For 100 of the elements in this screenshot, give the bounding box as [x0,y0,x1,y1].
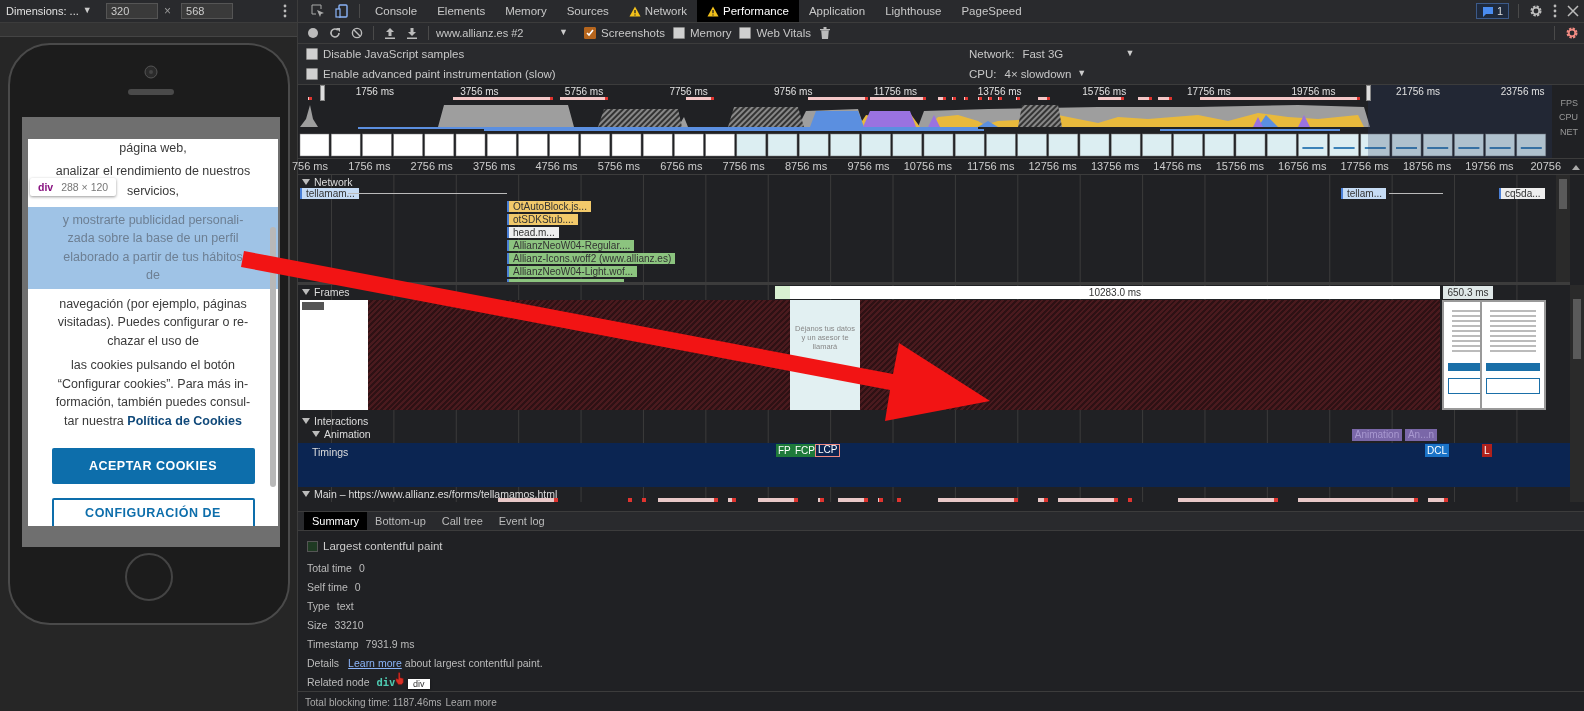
checkbox[interactable] [306,48,318,60]
expand-triangle-icon[interactable] [302,416,310,425]
checkbox-label: Disable JavaScript samples [323,48,465,60]
height-field[interactable]: 568 [181,3,233,19]
element-tag: div [38,181,54,193]
request-bar[interactable]: Allianz-Icons.woff2 (www.allianz.es) [507,253,676,264]
details-tab[interactable]: Bottom-up [367,512,434,530]
scrollbar[interactable] [1556,175,1570,282]
expand-triangle-icon[interactable] [302,177,310,186]
request-bar[interactable]: head.m... [507,227,559,238]
learn-more-link[interactable]: Learn more [348,656,402,669]
timing-marker[interactable]: FP [776,444,793,457]
summary-label: Type [307,599,330,612]
download-icon[interactable] [406,27,418,39]
node-link[interactable]: div [376,675,396,688]
request-bar[interactable]: tellamam... [300,188,359,199]
cookie-text: analizar el rendimiento de nuestros [54,162,252,180]
time-tick-label: 15756 ms [1215,160,1265,172]
checkbox[interactable] [584,27,596,39]
timing-marker[interactable]: FCP [793,444,817,457]
fps-bar [560,97,608,100]
throttle-label: CPU: [969,68,997,80]
summary-label: Related node [307,675,370,688]
close-icon[interactable] [1567,5,1579,17]
expand-triangle-icon[interactable] [302,489,310,498]
learn-more-link[interactable]: Learn more [445,696,497,708]
panel-tab[interactable]: Elements [427,0,496,22]
request-bar[interactable]: tellam... [1341,188,1386,199]
panel-tab[interactable]: Memory [495,0,557,22]
timing-marker[interactable]: LCP [815,444,841,457]
expand-triangle-icon[interactable] [312,429,320,438]
throttle-dropdown[interactable]: Fast 3G ▼ [1022,48,1135,60]
request-bar[interactable]: cq5da... [1499,188,1545,199]
summary-label: Size [307,618,328,631]
more-options-icon[interactable] [283,4,287,18]
settings-button[interactable]: CONFIGURACIÓN DE [51,498,255,526]
summary-label: Total time [307,561,352,574]
panel-tab[interactable]: Application [798,0,876,22]
record-icon[interactable] [307,27,319,39]
range-handle[interactable] [320,85,325,101]
throttle-dropdown[interactable]: 4× slowdown ▼ [1004,68,1087,80]
expand-triangle-icon[interactable] [302,287,310,296]
request-bar[interactable]: AllianzNeoW04-Regular.... [507,240,635,251]
settings-icon[interactable] [1565,26,1579,40]
checkbox[interactable] [672,27,685,39]
panel-tab[interactable]: Performance [697,0,799,22]
settings-icon[interactable] [1529,4,1543,18]
accept-button[interactable]: ACEPTAR COOKIES [51,448,255,484]
panel-tab[interactable]: Network [618,0,698,22]
time-tick-label: 6756 ms [660,160,704,172]
device-icon[interactable] [335,4,349,18]
range-handle[interactable] [1366,85,1371,101]
width-field[interactable]: 320 [106,3,158,19]
scrollbar[interactable] [1570,285,1584,502]
profile-dropdown[interactable]: www.allianz.es #2 ▼ [434,27,574,39]
panel-tab[interactable]: PageSpeed [951,0,1032,22]
time-tick-label: 23756 ms [1500,86,1546,97]
dimensions-dropdown[interactable]: Dimensions: ... ▼ [6,5,96,17]
time-tick-label: 1756 ms [348,160,392,172]
timing-marker[interactable]: DCL [1425,444,1449,457]
cookie-text: página web, [118,140,188,157]
cookie-policy-link[interactable]: Política de Cookies [127,413,242,428]
details-tab[interactable]: Event log [490,512,553,530]
time-tick-label: 18756 ms [1402,160,1453,172]
timing-marker[interactable]: L [1482,444,1492,457]
upload-icon[interactable] [384,27,396,39]
checkbox[interactable] [306,68,318,80]
request-bar[interactable]: OtAutoBlock.js... [507,201,591,212]
more-options-icon[interactable] [1553,4,1557,18]
color-swatch [307,540,318,552]
fps-bar [1098,97,1124,100]
fps-bar [988,97,992,100]
time-tick-label: 7756 ms [669,86,709,97]
checkbox[interactable] [739,27,752,39]
trash-icon[interactable] [820,27,830,39]
section-title: Main – https://www.allianz.es/forms/tellamamos.html [314,487,558,500]
clear-icon[interactable] [351,27,363,39]
time-tick-label: 17756 ms [1340,160,1390,172]
details-tab[interactable]: Call tree [433,512,491,530]
time-tick-label: 21756 ms [1396,86,1441,97]
time-tick-label: 16756 ms [1278,160,1328,172]
panel-tab[interactable]: Lighthouse [875,0,952,22]
panel-tab[interactable]: Sources [556,0,619,22]
issues-button[interactable]: 1 [1475,3,1509,19]
scrollbar[interactable] [270,227,276,487]
summary-value: about largest contentful paint. [404,656,543,669]
time-tick-label: 1756 ms [355,86,395,97]
time-tick-label: 3756 ms [460,86,500,97]
inspect-icon[interactable] [311,4,325,18]
request-bar[interactable]: otSDKStub.... [507,214,578,225]
panel-tab[interactable]: Console [365,0,428,22]
time-tick-label: 17756 ms [1186,86,1232,97]
summary-value: 0 [358,561,365,574]
summary-title: Largest contentful paint [323,540,443,552]
time-tick-label: 5756 ms [597,160,641,172]
time-tick-label: 19756 ms [1291,86,1337,97]
request-bar[interactable]: AllianzNeoW04-Light.wof... [507,266,638,277]
scroll-up-icon[interactable] [1572,164,1580,170]
details-tab[interactable]: Summary [304,512,368,530]
reload-icon[interactable] [329,27,341,39]
